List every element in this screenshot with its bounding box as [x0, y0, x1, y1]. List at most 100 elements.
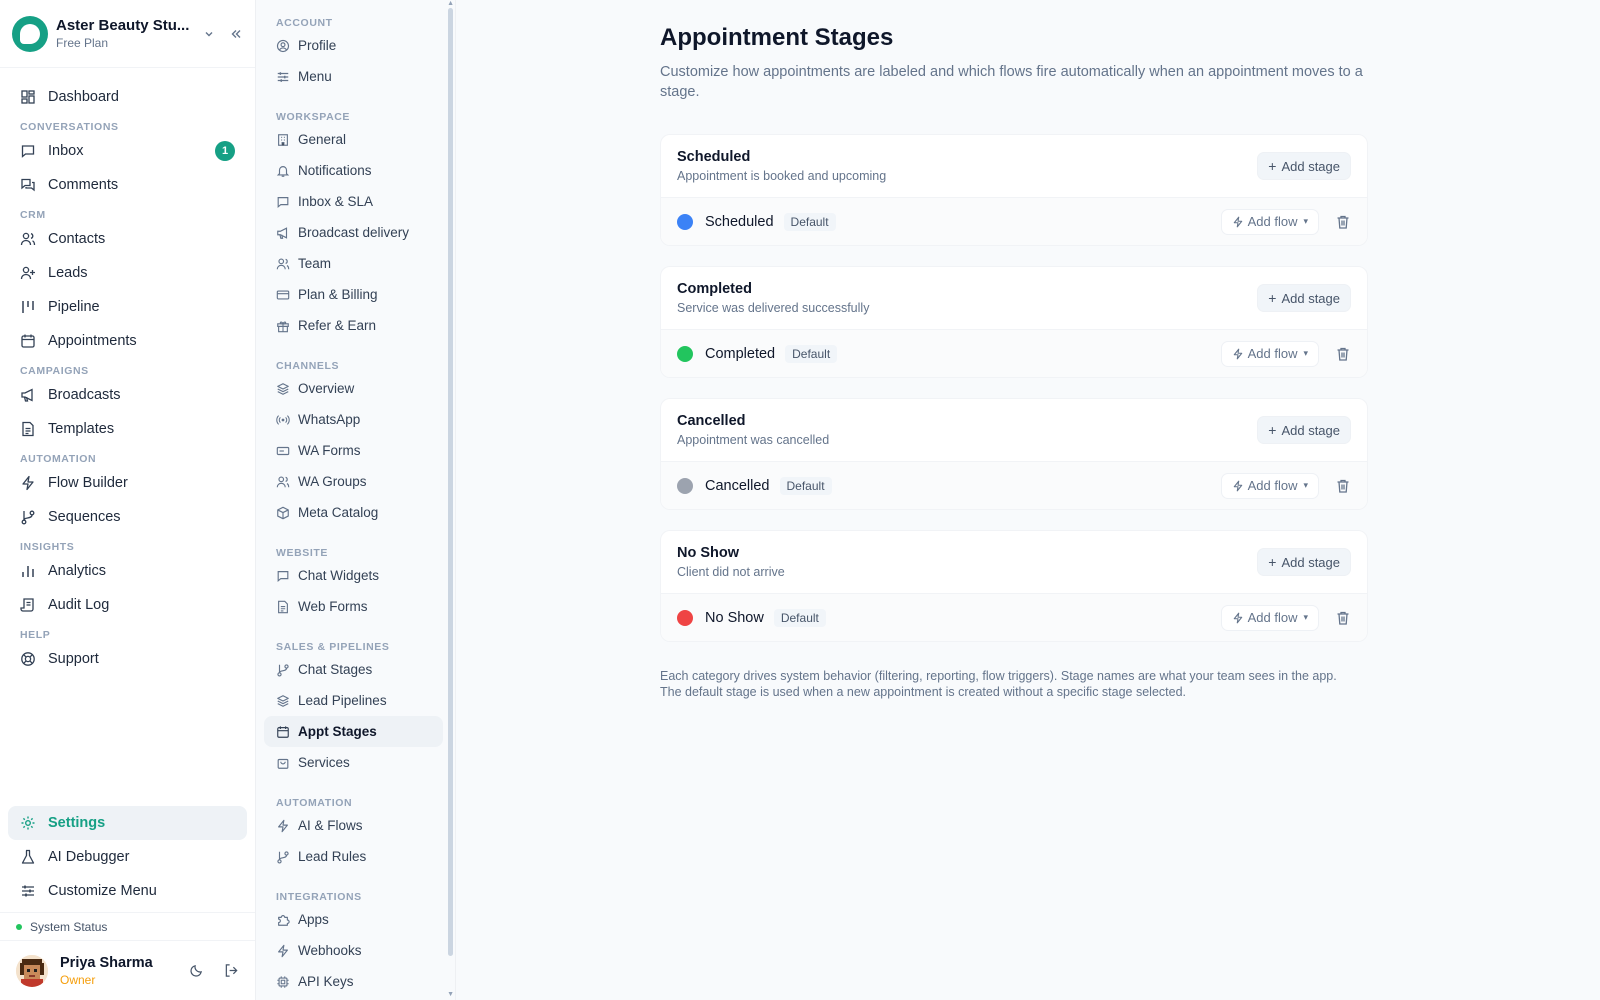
stage-name[interactable]: Scheduled	[705, 214, 774, 230]
settings-item-meta-catalog[interactable]: Meta Catalog	[264, 497, 443, 528]
settings-label: Notifications	[298, 163, 372, 178]
default-badge: Default	[783, 212, 836, 231]
settings-item-services[interactable]: Services	[264, 747, 443, 778]
chevron-down-icon[interactable]	[203, 28, 215, 40]
puzzle-icon	[278, 914, 290, 926]
settings-item-chat-stages[interactable]: Chat Stages	[264, 654, 443, 685]
add-flow-button[interactable]: Add flow ▾	[1220, 208, 1319, 235]
settings-item-lead-pipelines[interactable]: Lead Pipelines	[264, 685, 443, 716]
system-status[interactable]: System Status	[0, 912, 255, 940]
settings-item-wa-forms[interactable]: WA Forms	[264, 435, 443, 466]
nav-item-settings[interactable]: Settings	[8, 806, 247, 840]
life-buoy-icon	[21, 652, 35, 666]
settings-item-team[interactable]: Team	[264, 248, 443, 279]
settings-item-lead-rules[interactable]: Lead Rules	[264, 841, 443, 872]
category-description: Appointment was cancelled	[677, 433, 830, 447]
logout-icon[interactable]	[224, 963, 239, 978]
add-stage-button[interactable]: + Add stage	[1257, 284, 1351, 312]
zap-icon	[278, 819, 288, 832]
settings-item-refer-earn[interactable]: Refer & Earn	[264, 310, 443, 341]
cpu-icon	[277, 975, 289, 988]
settings-item-api-keys[interactable]: API Keys	[264, 966, 443, 997]
nav-item-comments[interactable]: Comments	[8, 168, 247, 202]
settings-scrollbar[interactable]	[448, 8, 453, 956]
nav-item-leads[interactable]: Leads	[8, 256, 247, 290]
stage-name[interactable]: Completed	[705, 346, 775, 362]
avatar[interactable]	[16, 954, 48, 987]
trash-icon[interactable]	[1335, 346, 1351, 362]
settings-item-apps[interactable]: Apps	[264, 904, 443, 935]
nav-label: Settings	[48, 815, 106, 831]
primary-sidebar: Aster Beauty Stu... Free Plan Dashboard …	[0, 0, 256, 1000]
settings-item-overview[interactable]: Overview	[264, 373, 443, 404]
add-flow-button[interactable]: Add flow ▾	[1220, 604, 1319, 631]
trash-icon[interactable]	[1335, 610, 1351, 626]
nav-item-templates[interactable]: Templates	[8, 412, 247, 446]
add-stage-button[interactable]: + Add stage	[1257, 416, 1351, 444]
calendar-icon	[21, 334, 35, 348]
settings-item-notifications[interactable]: Notifications	[264, 155, 443, 186]
nav-item-appointments[interactable]: Appointments	[8, 324, 247, 358]
add-flow-button[interactable]: Add flow ▾	[1220, 472, 1319, 499]
chevron-down-icon: ▾	[1303, 348, 1308, 358]
trash-icon[interactable]	[1335, 478, 1351, 494]
settings-item-whatsapp[interactable]: WhatsApp	[264, 404, 443, 435]
nav-item-inbox[interactable]: Inbox 1	[8, 134, 247, 168]
moon-icon[interactable]	[189, 963, 204, 978]
add-stage-button[interactable]: + Add stage	[1257, 152, 1351, 180]
nav-label: Support	[48, 651, 99, 667]
workspace-switcher[interactable]: Aster Beauty Stu... Free Plan	[0, 0, 255, 68]
settings-item-webhooks[interactable]: Webhooks	[264, 935, 443, 966]
nav-item-pipeline[interactable]: Pipeline	[8, 290, 247, 324]
settings-item-general[interactable]: General	[264, 124, 443, 155]
settings-item-appt-stages[interactable]: Appt Stages	[264, 716, 443, 747]
nav-item-sequences[interactable]: Sequences	[8, 500, 247, 534]
gift-icon	[277, 321, 289, 332]
stage-name[interactable]: Cancelled	[705, 478, 770, 494]
category-header: No Show Client did not arrive + Add stag…	[661, 531, 1367, 593]
stage-name[interactable]: No Show	[705, 610, 764, 626]
comments-icon	[21, 178, 35, 192]
nav-item-broadcasts[interactable]: Broadcasts	[8, 378, 247, 412]
trash-icon[interactable]	[1335, 214, 1351, 230]
settings-item-chat-widgets[interactable]: Chat Widgets	[264, 560, 443, 591]
settings-item-menu[interactable]: Menu	[264, 61, 443, 92]
nav-item-dashboard[interactable]: Dashboard	[8, 80, 247, 114]
category-description: Client did not arrive	[677, 565, 785, 579]
scroll-up-arrow[interactable]: ▲	[447, 0, 454, 7]
settings-item-inbox-sla[interactable]: Inbox & SLA	[264, 186, 443, 217]
category-header: Cancelled Appointment was cancelled + Ad…	[661, 399, 1367, 461]
nav-label: Sequences	[48, 509, 121, 525]
footer-line-2: The default stage is used when a new app…	[660, 685, 1187, 699]
stage-color-dot[interactable]	[677, 345, 693, 362]
settings-item-profile[interactable]: Profile	[264, 30, 443, 61]
settings-item-broadcast-delivery[interactable]: Broadcast delivery	[264, 217, 443, 248]
nav-item-support[interactable]: Support	[8, 642, 247, 676]
nav-item-analytics[interactable]: Analytics	[8, 554, 247, 588]
add-stage-button[interactable]: + Add stage	[1257, 548, 1351, 576]
stage-color-dot[interactable]	[677, 477, 693, 494]
nav-item-flow-builder[interactable]: Flow Builder	[8, 466, 247, 500]
nav-item-audit-log[interactable]: Audit Log	[8, 588, 247, 622]
file-text-icon	[278, 600, 288, 613]
stage-color-dot[interactable]	[677, 609, 693, 626]
plus-icon: +	[1268, 554, 1277, 570]
file-text-icon	[22, 421, 34, 437]
settings-item-plan-billing[interactable]: Plan & Billing	[264, 279, 443, 310]
collapse-sidebar-icon[interactable]	[229, 27, 243, 41]
nav-item-contacts[interactable]: Contacts	[8, 222, 247, 256]
workspace-plan: Free Plan	[56, 36, 109, 50]
credit-card-icon	[276, 289, 290, 300]
settings-section-website: WEBSITE	[276, 547, 329, 559]
footer-line-1: Each category drives system behavior (fi…	[660, 669, 1337, 683]
settings-label: Chat Widgets	[298, 568, 380, 583]
stage-color-dot[interactable]	[677, 213, 693, 230]
settings-item-web-forms[interactable]: Web Forms	[264, 591, 443, 622]
nav-item-ai-debugger[interactable]: AI Debugger	[8, 840, 247, 874]
scroll-down-arrow[interactable]: ▼	[447, 991, 454, 998]
add-flow-button[interactable]: Add flow ▾	[1220, 340, 1319, 367]
add-flow-label: Add flow	[1247, 346, 1298, 361]
settings-item-wa-groups[interactable]: WA Groups	[264, 466, 443, 497]
nav-item-customize-menu[interactable]: Customize Menu	[8, 874, 247, 908]
settings-item-ai-flows[interactable]: AI & Flows	[264, 810, 443, 841]
